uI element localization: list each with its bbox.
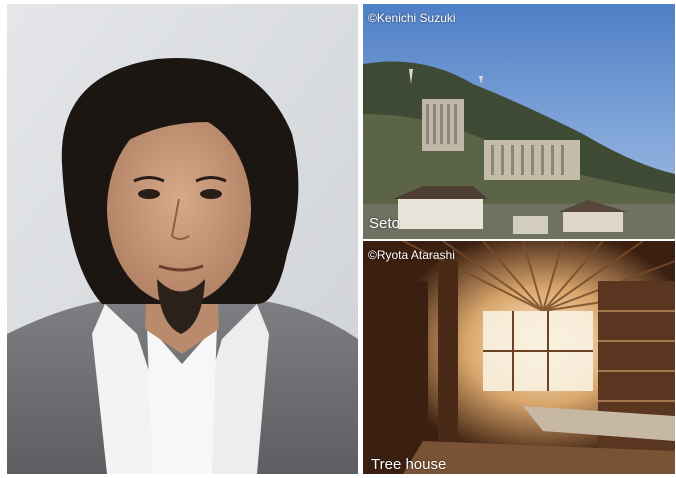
photo-caption: Tree house bbox=[371, 456, 447, 473]
seto-illustration bbox=[363, 4, 675, 239]
seto-photo: ©Kenichi Suzuki Seto bbox=[363, 4, 675, 239]
tree-house-illustration bbox=[363, 241, 675, 474]
photo-credit: ©Kenichi Suzuki bbox=[368, 11, 456, 25]
portrait-illustration bbox=[7, 4, 358, 474]
tree-house-photo: ©Ryota Atarashi Tree house bbox=[363, 241, 675, 474]
portrait-photo bbox=[7, 4, 358, 474]
photo-caption: Seto bbox=[369, 215, 400, 232]
photo-credit: ©Ryota Atarashi bbox=[368, 248, 455, 262]
